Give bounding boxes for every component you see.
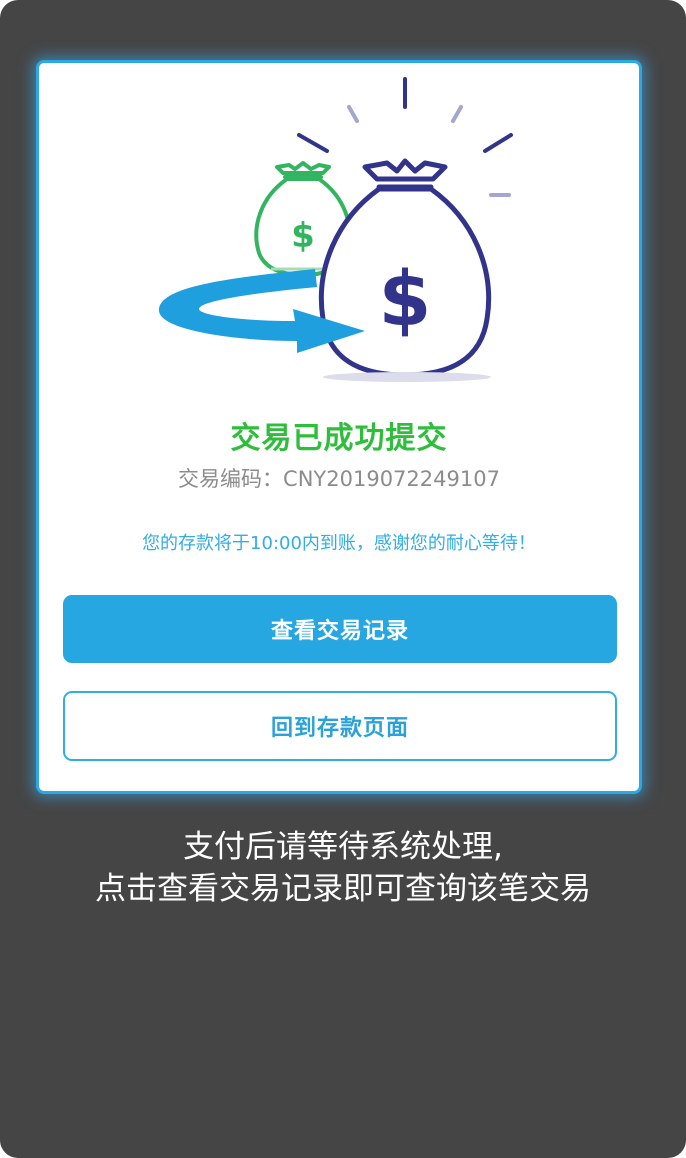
deposit-notice: 您的存款将于10:00内到账，感谢您的耐心等待！	[142, 533, 536, 554]
app-frame: $ $ 交易已成功提交 交易编码：CNY2019072249107 您的存款将于…	[0, 0, 686, 1158]
navy-money-bag-icon: $	[318, 158, 492, 382]
success-title: 交易已成功提交	[230, 421, 448, 456]
svg-text:$: $	[291, 216, 315, 256]
money-bags-transfer-icon: $ $	[158, 77, 513, 382]
transaction-code-label: 交易编码：	[178, 467, 284, 491]
svg-text:$: $	[379, 254, 432, 343]
view-records-button[interactable]: 查看交易记录	[63, 595, 617, 663]
caption-line-2: 点击查看交易记录即可查询该笔交易	[95, 871, 591, 907]
caption-line-1: 支付后请等待系统处理,	[183, 829, 503, 865]
transaction-code-value: CNY2019072249107	[283, 467, 500, 491]
transaction-code: 交易编码：CNY2019072249107	[39, 463, 639, 493]
instruction-caption: 支付后请等待系统处理, 点击查看交易记录即可查询该笔交易	[0, 826, 686, 910]
back-to-deposit-button[interactable]: 回到存款页面	[63, 691, 617, 761]
success-card: $ $ 交易已成功提交 交易编码：CNY2019072249107 您的存款将于…	[36, 60, 642, 794]
